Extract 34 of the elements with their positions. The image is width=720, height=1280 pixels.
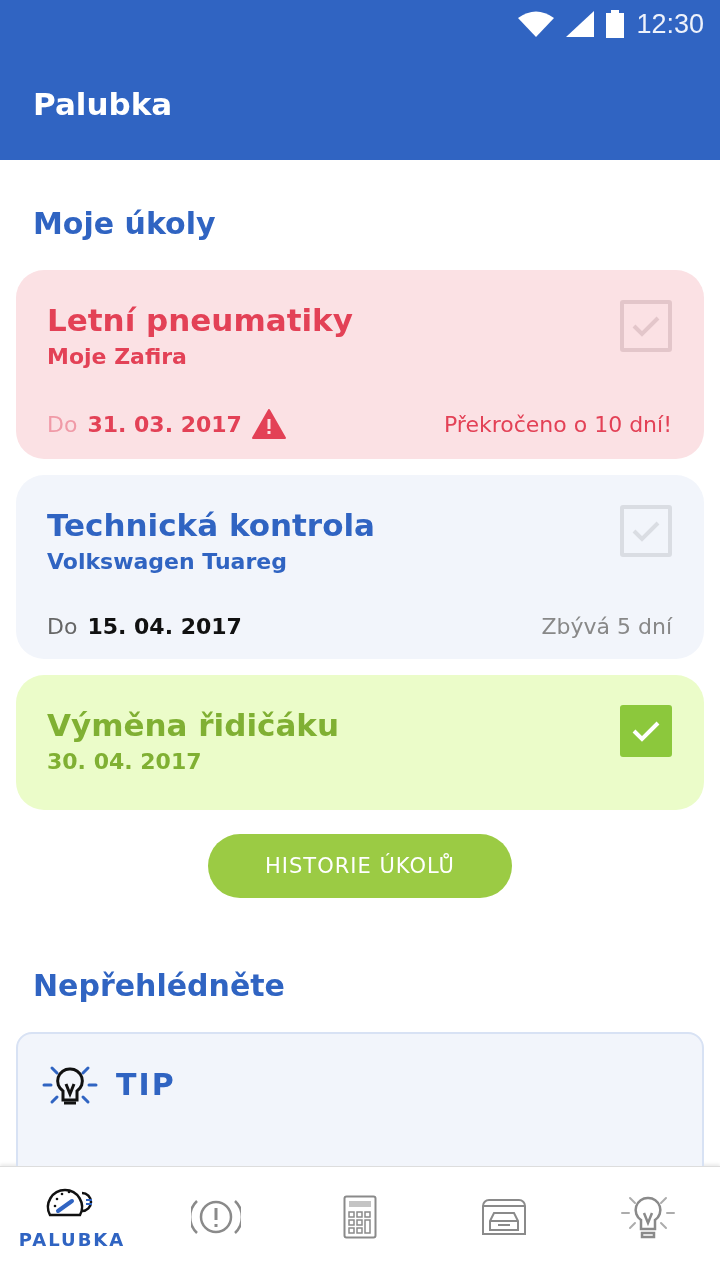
check-icon <box>631 314 661 338</box>
due-label: Do <box>47 411 78 437</box>
due-date: 15. 04. 2017 <box>87 614 242 639</box>
lightbulb-icon <box>620 1194 676 1239</box>
task-status: Zbývá 5 dní <box>541 614 672 639</box>
task-title: Technická kontrola <box>47 507 375 543</box>
section-title: Moje úkoly <box>33 206 217 243</box>
task-date: 30. 04. 2017 <box>47 749 203 774</box>
signal-icon <box>566 11 595 37</box>
task-card[interactable]: Letní pneumatiky Moje Zafira Do 31. 03. 2017 Překročeno o 10 dní! <box>16 270 704 459</box>
task-title: Letní pneumatiky <box>47 302 353 338</box>
checkbox[interactable] <box>620 705 672 757</box>
clock: 12:30 <box>636 8 704 40</box>
task-status: Překročeno o 10 dní! <box>443 411 672 437</box>
checkbox[interactable] <box>620 505 672 557</box>
section-title: Nepřehlédněte <box>33 968 286 1005</box>
checkbox[interactable] <box>620 300 672 352</box>
due-label: Do <box>47 614 78 639</box>
calculator-icon <box>343 1194 377 1239</box>
garage-car-icon <box>481 1197 527 1236</box>
vehicle-name: Volkswagen Tuareg <box>47 549 288 574</box>
app-title: Palubka <box>33 86 173 122</box>
nav-tab[interactable]: PALUBKA <box>0 1167 144 1280</box>
check-icon <box>631 719 661 743</box>
warning-icon <box>251 409 286 439</box>
tip-title: TIP <box>116 1066 176 1104</box>
tip-card[interactable]: TIP <box>16 1032 704 1166</box>
task-title: Výměna řidičáku <box>47 707 340 743</box>
wifi-icon <box>518 11 555 37</box>
due-date: 31. 03. 2017 <box>87 411 242 437</box>
check-icon <box>631 519 661 543</box>
task-card[interactable]: Technická kontrola Volkswagen Tuareg Do 15. 04. 2017 Zbývá 5 dní <box>16 475 704 659</box>
battery-icon <box>606 10 625 38</box>
vehicle-name: Moje Zafira <box>47 344 188 369</box>
